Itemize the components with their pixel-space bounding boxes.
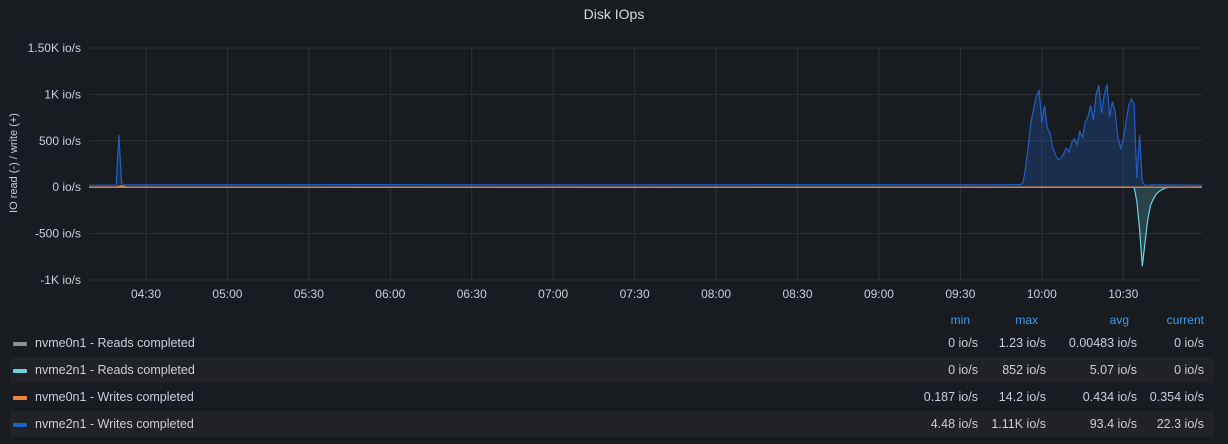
legend-max-value: 1.23 io/s xyxy=(998,336,1046,350)
legend-row[interactable]: nvme2n1 - Writes completed 4.48 io/s 1.1… xyxy=(10,411,1214,437)
legend-row[interactable]: nvme2n1 - Reads completed 0 io/s 852 io/… xyxy=(10,357,1214,383)
y-axis: 1.50K io/s 1K io/s 500 io/s 0 io/s -500 io/s… xyxy=(28,41,81,287)
x-tick-label: 07:30 xyxy=(620,287,650,301)
x-tick-label: 05:00 xyxy=(212,287,242,301)
legend-header-current[interactable]: current xyxy=(1140,313,1204,327)
legend-avg-value: 0.434 io/s xyxy=(1082,390,1137,404)
series-area xyxy=(89,187,1202,267)
legend-max-value: 14.2 io/s xyxy=(998,390,1046,404)
legend-series-name[interactable]: nvme0n1 - Reads completed xyxy=(35,336,195,350)
x-tick-label: 08:00 xyxy=(701,287,731,301)
legend-series-name[interactable]: nvme0n1 - Writes completed xyxy=(35,390,194,404)
legend-max-value: 1.11K io/s xyxy=(991,417,1046,431)
legend-header: min max avg current xyxy=(0,310,1228,330)
legend-avg-value: 0.00483 io/s xyxy=(1068,336,1137,350)
series-color-swatch xyxy=(13,396,27,400)
legend-avg-value: 93.4 io/s xyxy=(1089,417,1137,431)
legend-current-value: 0 io/s xyxy=(1174,363,1204,377)
legend-series-name[interactable]: nvme2n1 - Reads completed xyxy=(35,363,195,377)
y-tick-label: -1K io/s xyxy=(40,273,81,287)
legend-min-value: 0 io/s xyxy=(948,336,978,350)
legend-current-value: 22.3 io/s xyxy=(1156,417,1204,431)
x-axis: 04:30 05:00 05:30 06:00 06:30 07:00 07:30 08:00… xyxy=(131,287,1139,301)
x-tick-label: 10:00 xyxy=(1027,287,1057,301)
legend-avg-value: 5.07 io/s xyxy=(1089,363,1137,377)
x-tick-label: 07:00 xyxy=(538,287,568,301)
legend-min-value: 0 io/s xyxy=(948,363,978,377)
legend-max-value: 852 io/s xyxy=(1002,363,1046,377)
y-tick-label: -500 io/s xyxy=(35,227,81,241)
series-layer xyxy=(89,84,1203,267)
legend-header-min[interactable]: min xyxy=(900,313,970,327)
chart-area[interactable]: 1.50K io/s 1K io/s 500 io/s 0 io/s -500 io/s… xyxy=(0,0,1228,310)
x-tick-label: 05:30 xyxy=(294,287,324,301)
series-line[interactable] xyxy=(89,186,1202,267)
legend-row[interactable]: nvme0n1 - Reads completed 0 io/s 1.23 io… xyxy=(10,330,1214,356)
legend-series-name[interactable]: nvme2n1 - Writes completed xyxy=(35,417,194,431)
legend-min-value: 4.48 io/s xyxy=(930,417,978,431)
x-tick-label: 04:30 xyxy=(131,287,161,301)
x-tick-label: 06:00 xyxy=(375,287,405,301)
x-tick-label: 09:30 xyxy=(945,287,975,301)
x-tick-label: 10:30 xyxy=(1108,287,1138,301)
y-tick-label: 500 io/s xyxy=(39,134,81,148)
x-tick-label: 09:00 xyxy=(864,287,894,301)
x-tick-label: 08:30 xyxy=(783,287,813,301)
legend-min-value: 0.187 io/s xyxy=(923,390,978,404)
x-tick-label: 06:30 xyxy=(457,287,487,301)
y-tick-label: 0 io/s xyxy=(52,180,81,194)
legend: min max avg current nvme0n1 - Reads comp… xyxy=(0,310,1228,438)
y-tick-label: 1.50K io/s xyxy=(28,41,81,55)
y-axis-label: IO read (-) / write (+) xyxy=(8,113,20,213)
series-color-swatch xyxy=(13,369,27,373)
y-tick-label: 1K io/s xyxy=(44,87,81,101)
series-color-swatch xyxy=(13,342,27,346)
legend-header-avg[interactable]: avg xyxy=(1048,313,1129,327)
legend-current-value: 0 io/s xyxy=(1174,336,1204,350)
series-color-swatch xyxy=(13,423,27,427)
legend-row[interactable]: nvme0n1 - Writes completed 0.187 io/s 14… xyxy=(10,384,1214,410)
legend-current-value: 0.354 io/s xyxy=(1149,390,1204,404)
legend-header-max[interactable]: max xyxy=(980,313,1038,327)
